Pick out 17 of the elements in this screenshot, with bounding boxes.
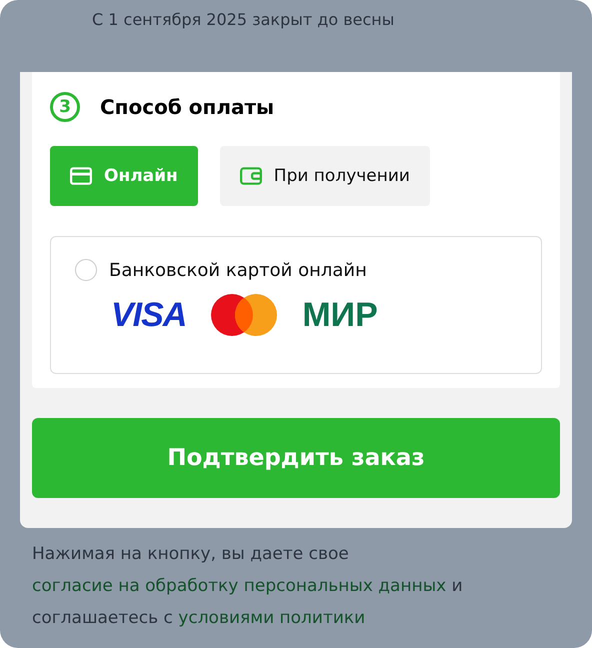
card-icon: [70, 167, 92, 185]
wallet-icon: [240, 167, 262, 185]
option-label: Банковской картой онлайн: [109, 260, 367, 280]
payment-type-tab[interactable]: Онлайн: [50, 146, 198, 206]
overlapping-circles-icon: [210, 293, 278, 337]
notice-text: С 1 сентября 2025 закрыт до весны: [92, 10, 394, 29]
payment-logo: МИР: [302, 296, 378, 334]
section-title: Способ оплаты: [100, 95, 274, 119]
consent-link[interactable]: согласие на обработку персональных данных: [32, 576, 446, 596]
confirm-button[interactable]: Подтвердить заказ: [32, 418, 560, 498]
consent-text: Нажимая на кнопку, вы даете свое согласие на обработку персональных данных и соглашаетесь с условиями политики: [32, 543, 464, 630]
consent-link[interactable]: условиями политики: [178, 608, 366, 628]
payment-type-tab[interactable]: При получении: [220, 146, 430, 206]
step-number: 3: [50, 92, 80, 122]
radio-button[interactable]: [75, 259, 97, 281]
payment-option-card[interactable]: Банковской картой онлайн VISA МИР: [50, 236, 542, 374]
payment-logo: VISA: [111, 296, 186, 334]
